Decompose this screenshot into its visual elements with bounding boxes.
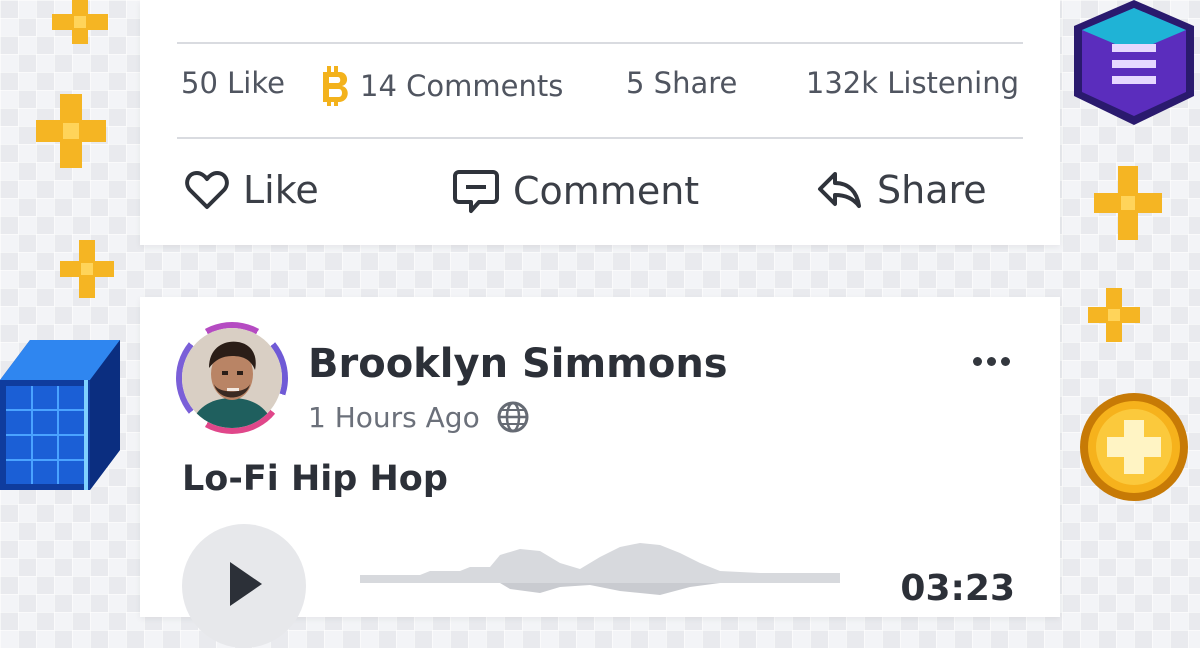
bitcoin-coin-icon [323, 66, 348, 106]
pixel-plus-icon [1088, 288, 1140, 342]
audio-waveform[interactable] [360, 527, 840, 607]
comment-button[interactable]: Comment [453, 168, 699, 214]
pixel-plus-icon [60, 240, 114, 298]
comment-count: 14 Comments [318, 66, 563, 106]
post-actions: Like Comment Share [185, 168, 990, 224]
audio-post-card: Brooklyn Simmons 1 Hours Ago Lo-Fi Hip H… [140, 297, 1060, 648]
pixel-hexagon-token-icon [1074, 0, 1194, 125]
post-meta: 1 Hours Ago [308, 400, 530, 434]
post-timestamp: 1 Hours Ago [308, 400, 480, 434]
divider [177, 137, 1023, 139]
share-button-label: Share [877, 168, 987, 212]
post-stats-row: 50 Like 14 Comments 5 Share 132k Listeni… [181, 66, 1019, 110]
share-button[interactable]: Share [817, 168, 987, 212]
previous-post-card: 50 Like 14 Comments 5 Share 132k Listeni… [140, 0, 1060, 245]
divider [177, 42, 1023, 44]
globe-icon [497, 401, 529, 433]
pixel-plus-icon [1094, 166, 1162, 240]
pixel-cube-icon [0, 340, 120, 490]
track-title: Lo-Fi Hip Hop [182, 459, 448, 499]
share-arrow-icon [818, 172, 861, 208]
comment-button-label: Comment [513, 169, 700, 213]
play-icon [230, 562, 262, 606]
like-button[interactable]: Like [185, 168, 319, 212]
pixel-plus-icon [52, 0, 108, 44]
share-count: 5 Share [626, 66, 738, 100]
like-count: 50 Like [181, 66, 285, 100]
comment-bubble-icon [453, 170, 499, 213]
pixel-gold-plus-coin-icon [1080, 393, 1188, 501]
avatar[interactable] [176, 322, 288, 434]
play-button[interactable] [182, 524, 306, 648]
heart-icon [185, 171, 229, 209]
more-dots-icon [973, 357, 982, 366]
pixel-plus-icon [36, 94, 106, 168]
post-author-name[interactable]: Brooklyn Simmons [308, 341, 728, 387]
listening-count: 132k Listening [805, 66, 1019, 100]
track-duration: 03:23 [900, 568, 1015, 609]
user-avatar-image [182, 328, 282, 428]
like-button-label: Like [243, 168, 319, 212]
more-options-button[interactable] [973, 357, 1010, 366]
